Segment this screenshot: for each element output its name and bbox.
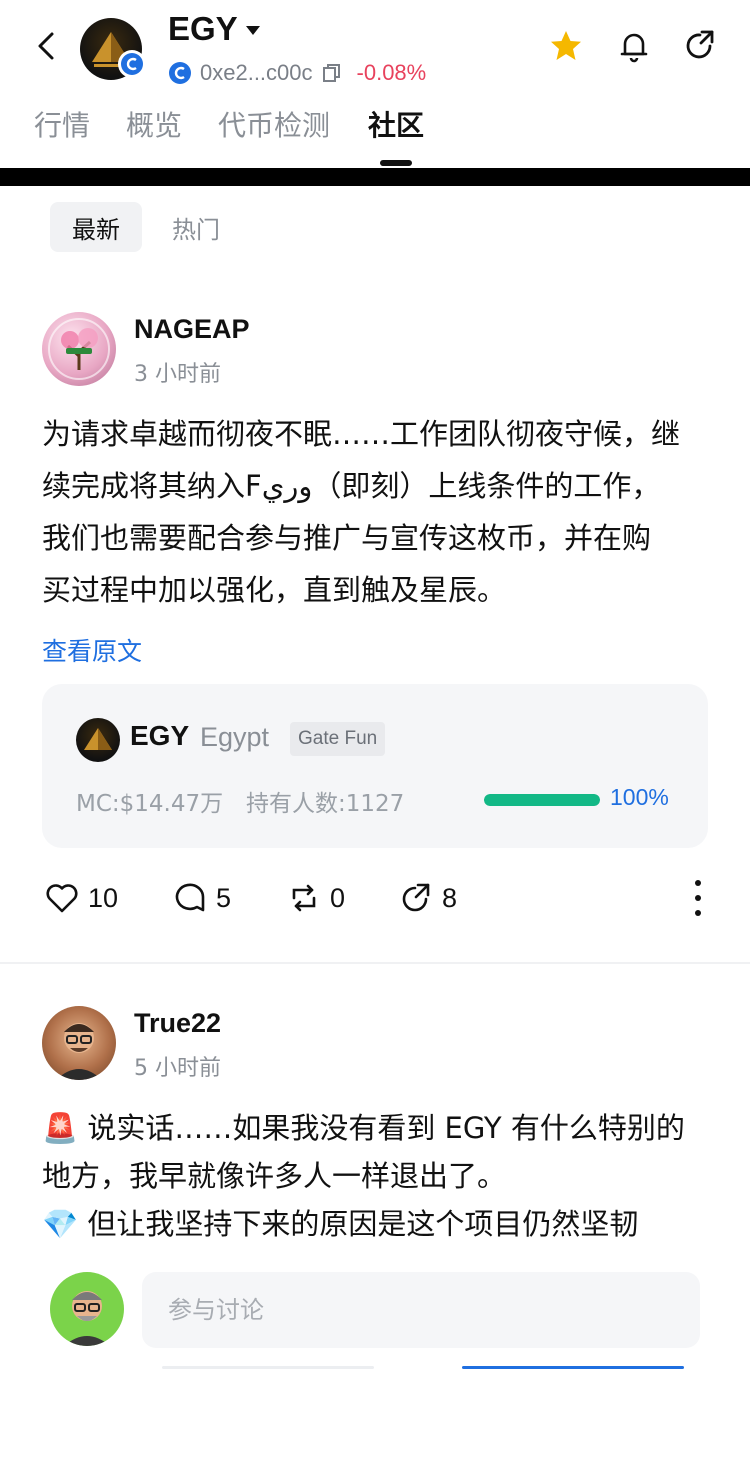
chevron-left-icon[interactable] xyxy=(30,28,66,64)
progress-fill xyxy=(484,794,600,806)
repost-icon xyxy=(292,884,316,912)
comment-button[interactable]: 5 xyxy=(172,876,231,920)
token-header: EGY 0xe2...c00c -0.08% xyxy=(0,0,750,100)
comment-count: 5 xyxy=(216,882,232,913)
filter-hot[interactable]: 热门 xyxy=(154,202,238,252)
chevron-down-icon[interactable] xyxy=(246,26,260,35)
peek-divider xyxy=(162,1366,374,1369)
token-card[interactable]: EGY Egypt Gate Fun MC:$14.47万 持有人数:1127 … xyxy=(42,684,708,848)
my-avatar xyxy=(50,1272,124,1346)
post-divider xyxy=(0,962,750,964)
token-name[interactable]: EGY xyxy=(168,10,238,48)
tab-bar: 行情 概览 代币检测 社区 xyxy=(0,104,750,168)
view-original-link[interactable]: 查看原文 xyxy=(42,632,142,668)
token-logo xyxy=(76,718,120,762)
bonding-progress-bar xyxy=(484,794,600,806)
share-button[interactable]: 8 xyxy=(398,876,457,920)
post-line: 续完成将其纳入Fوري（即刻）上线条件的工作， xyxy=(42,469,661,503)
post-line: 💎 但让我坚持下来的原因是这个项目仍然坚韧 xyxy=(42,1207,639,1241)
repost-count: 0 xyxy=(330,882,346,913)
active-tab-indicator xyxy=(380,160,412,166)
comment-input[interactable] xyxy=(142,1272,700,1348)
like-count: 10 xyxy=(88,882,119,913)
like-button[interactable]: 10 xyxy=(44,876,118,920)
tab-market[interactable]: 行情 xyxy=(34,104,90,144)
address-row: 0xe2...c00c -0.08% xyxy=(168,58,426,88)
post-body: 为请求卓越而彻夜不眠……工作团队彻夜守候，继 续完成将其纳入Fوري（即刻）上线… xyxy=(42,408,712,616)
post-line: 为请求卓越而彻夜不眠……工作团队彻夜守候，继 xyxy=(42,417,681,451)
progress-percent: 100% xyxy=(610,784,669,810)
chain-icon xyxy=(169,62,191,84)
filter-latest[interactable]: 最新 xyxy=(50,202,142,252)
tab-community[interactable]: 社区 xyxy=(368,104,424,144)
bell-icon[interactable] xyxy=(616,28,652,64)
share-icon xyxy=(402,883,430,912)
platform-tag: Gate Fun xyxy=(290,722,386,756)
star-icon[interactable] xyxy=(548,28,584,64)
holder-count: 持有人数:1127 xyxy=(246,791,405,817)
post-actions: 10 5 0 8 xyxy=(0,876,750,920)
post-time: 3 小时前 xyxy=(134,362,221,387)
price-change: -0.08% xyxy=(356,60,427,85)
token-full-name: Egypt xyxy=(200,722,270,752)
contract-address: 0xe2...c00c xyxy=(200,60,313,85)
avatar[interactable] xyxy=(42,312,116,386)
post-line: 我们也需要配合参与推广与宣传这枚币，并在购 xyxy=(42,521,652,555)
comment-bar xyxy=(0,1258,750,1368)
post-line: 🚨 说实话……如果我没有看到 EGY 有什么特别的 xyxy=(42,1111,685,1145)
chain-badge-icon xyxy=(118,50,146,78)
username[interactable]: NAGEAP xyxy=(134,314,250,345)
token-symbol: EGY xyxy=(130,720,190,751)
repost-button[interactable]: 0 xyxy=(286,876,345,920)
comment-icon xyxy=(175,883,205,912)
post-time: 5 小时前 xyxy=(134,1056,221,1081)
tab-overview[interactable]: 概览 xyxy=(126,104,182,144)
post-body: 🚨 说实话……如果我没有看到 EGY 有什么特别的 地方，我早就像许多人一样退出… xyxy=(42,1104,712,1248)
post-line: 地方，我早就像许多人一样退出了。 xyxy=(42,1159,507,1193)
peek-accent xyxy=(462,1366,684,1369)
share-icon[interactable] xyxy=(682,28,718,64)
divider-bar xyxy=(0,168,750,186)
avatar[interactable] xyxy=(42,1006,116,1080)
username[interactable]: True22 xyxy=(134,1008,221,1039)
heart-icon xyxy=(46,884,78,913)
post-line: 买过程中加以强化，直到触及星辰。 xyxy=(42,573,507,607)
share-count: 8 xyxy=(442,882,458,913)
market-cap: MC:$14.47万 xyxy=(76,791,224,817)
copy-icon[interactable] xyxy=(321,62,343,84)
more-options-icon[interactable] xyxy=(690,876,706,920)
tab-token-check[interactable]: 代币检测 xyxy=(218,104,330,144)
